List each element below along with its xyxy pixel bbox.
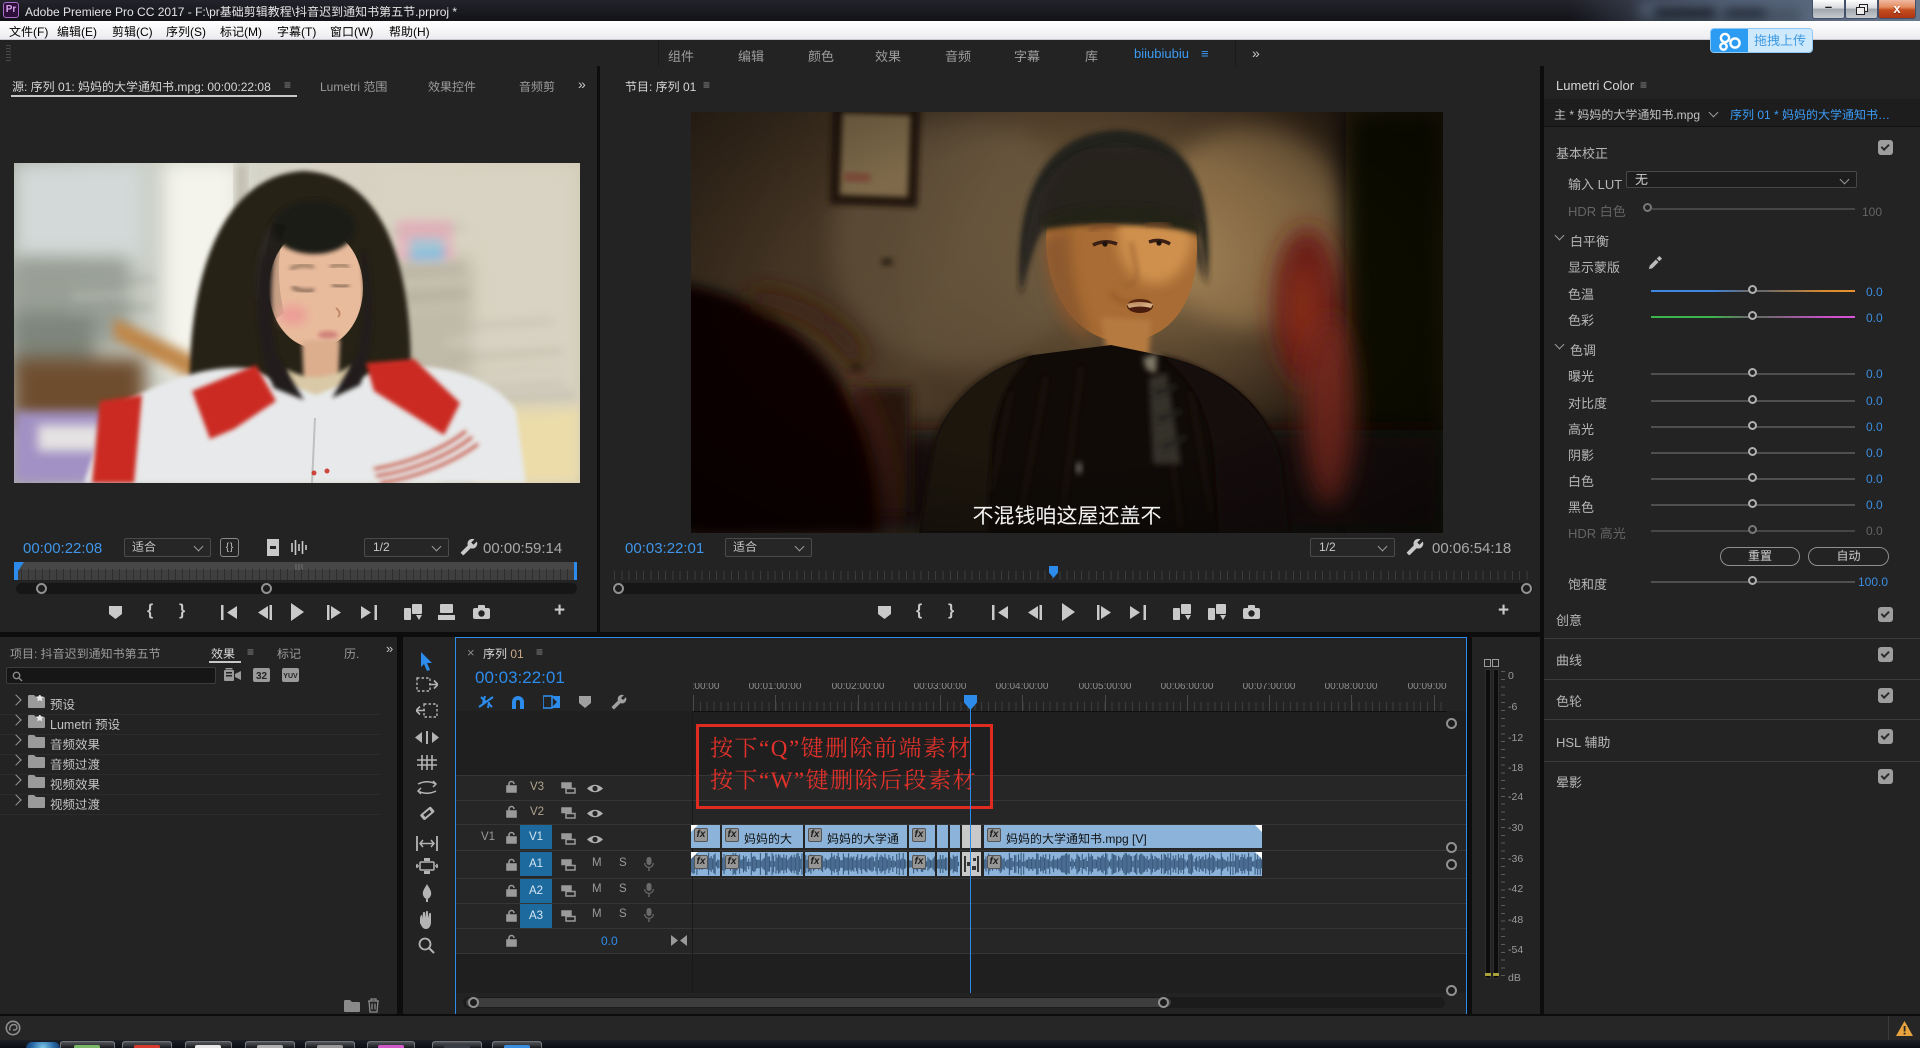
svg-text:32: 32 xyxy=(256,671,268,682)
svg-text:YUV: YUV xyxy=(283,673,298,680)
